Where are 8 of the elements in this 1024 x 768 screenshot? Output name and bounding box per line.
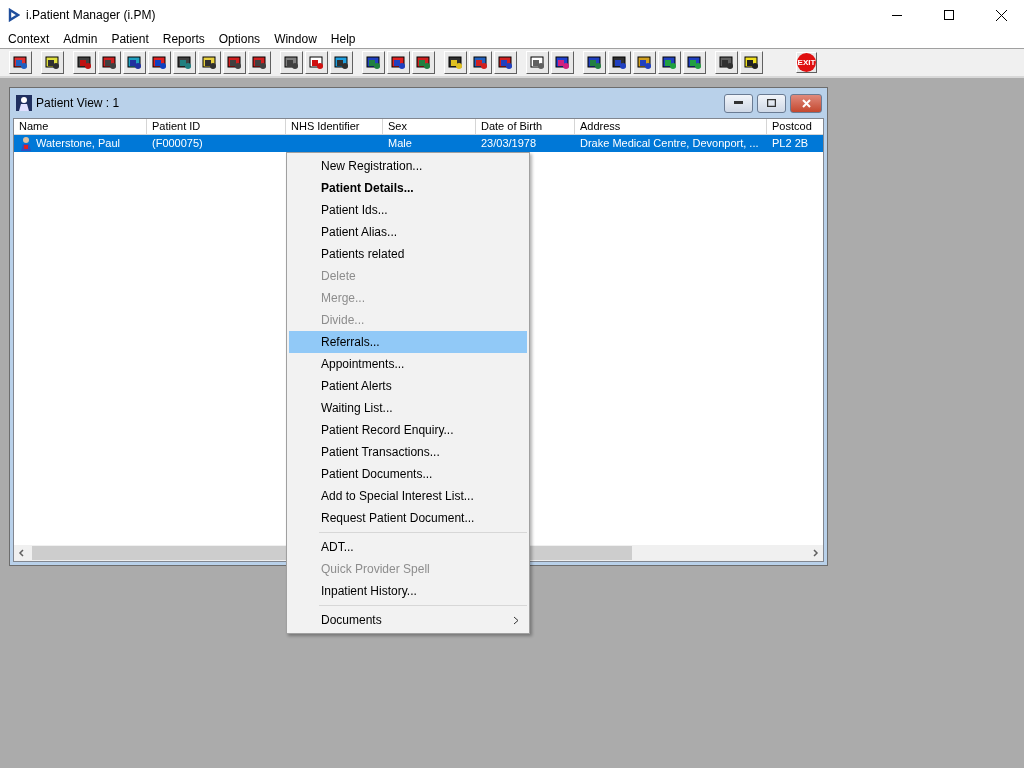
table-cell-text: PL2 2B	[772, 136, 809, 151]
table-cell-text: Drake Medical Centre, Devonport, ...	[580, 136, 759, 151]
table-cell-text: Male	[388, 136, 412, 151]
child-window-title: Patient View : 1	[36, 96, 121, 110]
table-cell-text: Waterstone, Paul	[36, 136, 120, 151]
table-cell-text: (F000075)	[152, 136, 203, 151]
window-title: i.Patient Manager (i.PM)	[26, 8, 157, 22]
table-cell-text: 23/03/1978	[481, 136, 537, 151]
